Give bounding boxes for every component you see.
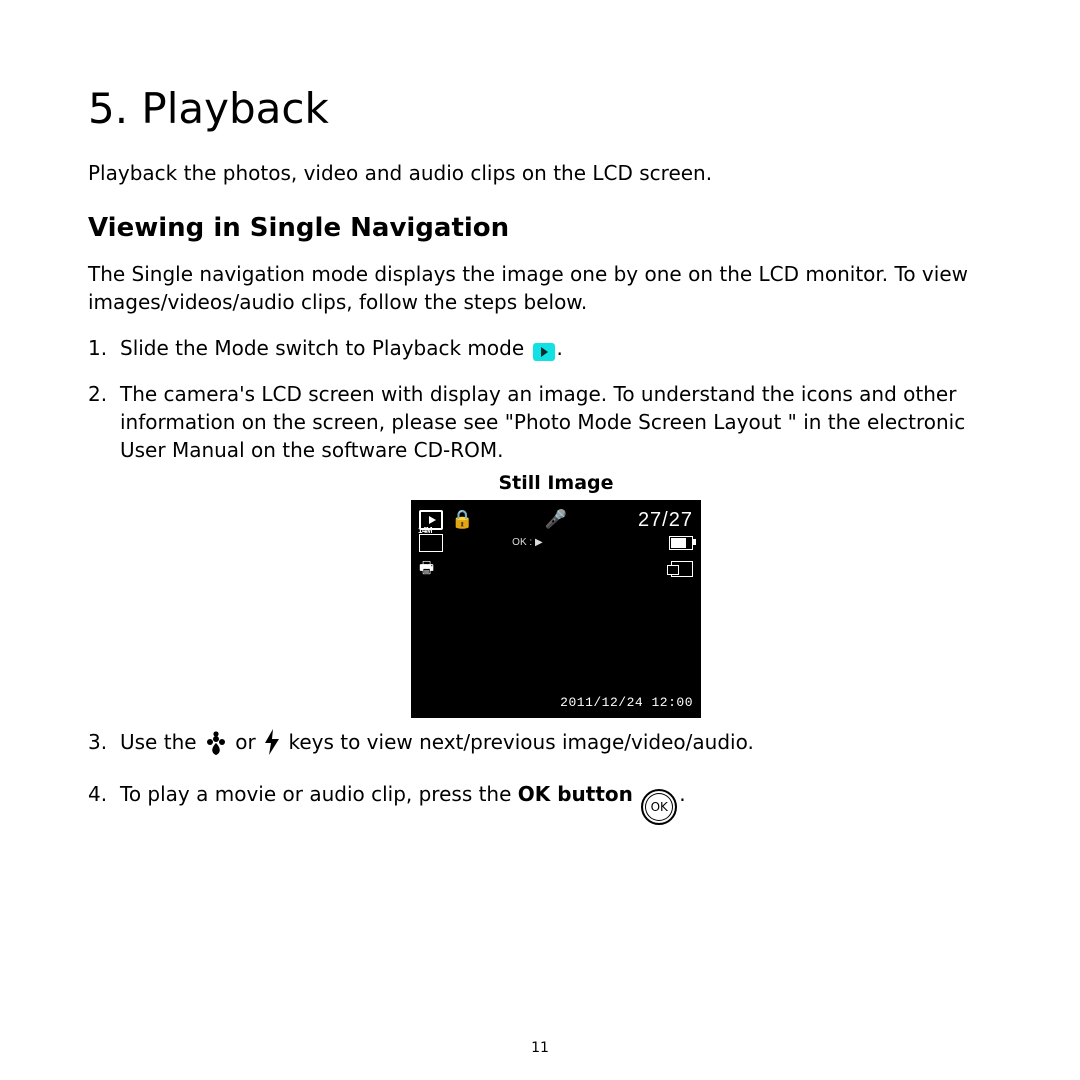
step-3: Use the or keys to vie [88, 728, 992, 762]
section-description: The Single navigation mode displays the … [88, 261, 992, 316]
playback-mode-icon [533, 343, 555, 361]
step-2-text: The camera's LCD screen with display an … [120, 382, 965, 462]
ok-hint: OK : ▶ [512, 536, 542, 550]
manual-page: 5. Playback Playback the photos, video a… [0, 0, 1080, 1080]
lcd-preview: 🔒 🎤 27/27 OK : ▶ 🖶 2011/12/24 12:00 [411, 500, 701, 718]
section-heading: Viewing in Single Navigation [88, 213, 992, 243]
step-1-text-a: Slide the Mode switch to Playback mode [120, 336, 531, 360]
step-4-text-a: To play a movie or audio clip, press the [120, 782, 518, 806]
ok-button-label: OK [651, 799, 668, 816]
lock-icon: 🔒 [451, 507, 473, 532]
mic-icon: 🎤 [544, 507, 566, 532]
step-3-text-a: Use the [120, 730, 203, 754]
steps-list: Slide the Mode switch to Playback mode .… [88, 334, 992, 825]
ok-button-icon: OK [641, 789, 677, 825]
battery-icon [669, 536, 693, 550]
macro-flower-icon [205, 731, 227, 762]
step-4: To play a movie or audio clip, press the… [88, 780, 992, 825]
flash-bolt-icon [264, 729, 280, 762]
step-4-text-c [633, 782, 639, 806]
step-1: Slide the Mode switch to Playback mode . [88, 334, 992, 362]
dpof-icon [671, 561, 693, 577]
printer-icon: 🖶 [419, 558, 434, 580]
page-title: 5. Playback [88, 84, 992, 133]
step-1-text-b: . [557, 336, 563, 360]
step-3-text-c: keys to view next/previous image/video/a… [288, 730, 753, 754]
lcd-timestamp: 2011/12/24 12:00 [560, 694, 693, 712]
lcd-caption: Still Image [120, 470, 992, 497]
resolution-icon [419, 534, 443, 552]
step-2: The camera's LCD screen with display an … [88, 380, 992, 718]
page-number: 11 [0, 1040, 1080, 1056]
intro-text: Playback the photos, video and audio cli… [88, 161, 992, 185]
image-counter: 27/27 [638, 506, 693, 534]
step-3-text-b: or [235, 730, 262, 754]
step-4-text-bold: OK button [518, 782, 633, 806]
step-4-text-d: . [679, 782, 685, 806]
